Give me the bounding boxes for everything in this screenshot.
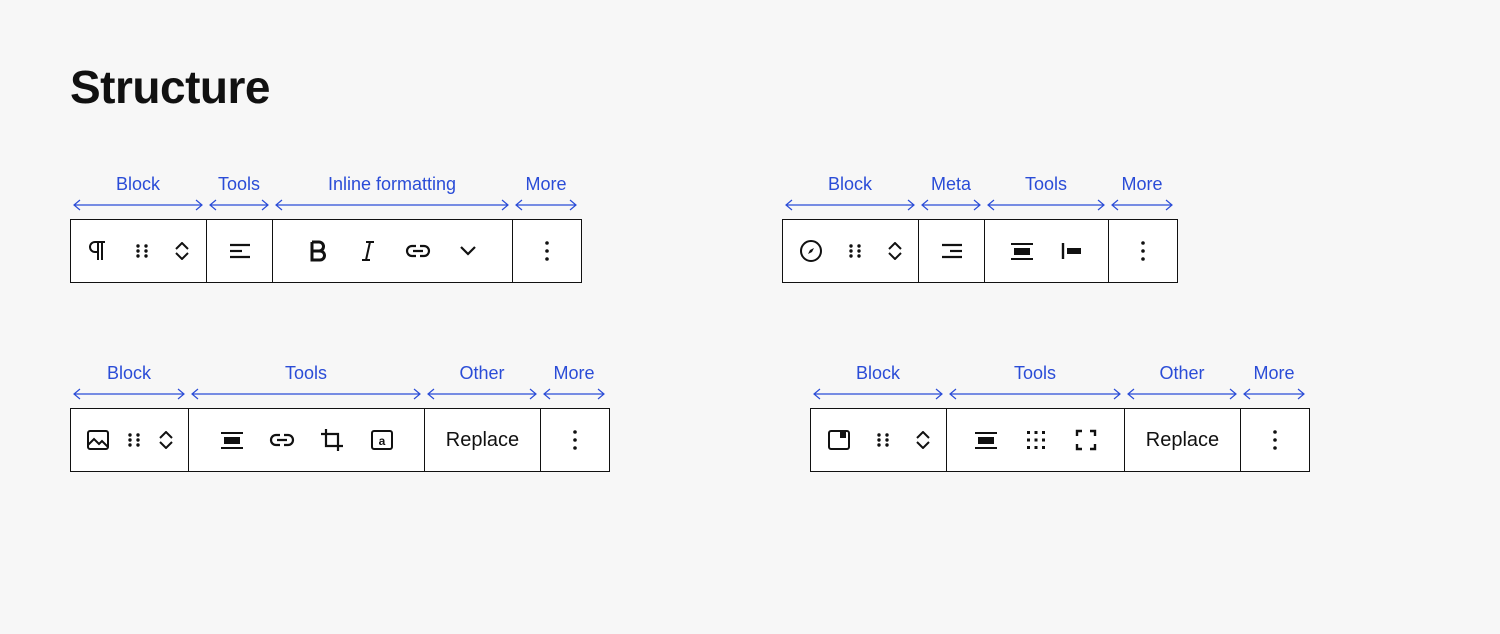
compass-icon[interactable] bbox=[799, 237, 823, 265]
label-meta: Meta bbox=[931, 174, 971, 195]
crop-icon[interactable] bbox=[318, 426, 346, 454]
toolbar-template-part: Replace bbox=[810, 408, 1310, 472]
segment-labels: Block Tools Other More bbox=[810, 363, 1310, 400]
toolbar-image: a Replace bbox=[70, 408, 610, 472]
link-icon[interactable] bbox=[404, 237, 432, 265]
align-wide-icon[interactable] bbox=[218, 426, 246, 454]
move-up-down-icon[interactable] bbox=[158, 426, 174, 454]
segment-labels: Block Tools Inline formatting More bbox=[70, 174, 582, 211]
align-wide-icon[interactable] bbox=[972, 426, 1000, 454]
chevron-down-icon[interactable] bbox=[454, 237, 482, 265]
drag-handle-icon[interactable] bbox=[124, 426, 144, 454]
move-up-down-icon[interactable] bbox=[887, 237, 903, 265]
replace-button[interactable]: Replace bbox=[444, 429, 521, 452]
move-up-down-icon[interactable] bbox=[174, 237, 190, 265]
pilcrow-icon[interactable] bbox=[88, 237, 110, 265]
label-other: Other bbox=[1159, 363, 1204, 384]
example-navigation: Block Meta Tools More bbox=[782, 174, 1178, 283]
replace-button[interactable]: Replace bbox=[1144, 429, 1221, 452]
more-vertical-icon[interactable] bbox=[1129, 237, 1157, 265]
fullscreen-icon[interactable] bbox=[1072, 426, 1100, 454]
drag-handle-icon[interactable] bbox=[132, 237, 152, 265]
align-icon[interactable] bbox=[938, 237, 966, 265]
label-other: Other bbox=[459, 363, 504, 384]
label-more: More bbox=[1121, 174, 1162, 195]
example-paragraph: Block Tools Inline formatting More bbox=[70, 174, 582, 283]
label-block: Block bbox=[107, 363, 151, 384]
more-vertical-icon[interactable] bbox=[561, 426, 589, 454]
text-overlay-icon[interactable]: a bbox=[368, 426, 396, 454]
label-tools: Tools bbox=[1014, 363, 1056, 384]
vertical-align-icon[interactable] bbox=[1058, 237, 1086, 265]
bold-icon[interactable] bbox=[304, 237, 332, 265]
grid-icon[interactable] bbox=[1022, 426, 1050, 454]
label-more: More bbox=[525, 174, 566, 195]
link-icon[interactable] bbox=[268, 426, 296, 454]
example-template-part: Block Tools Other More bbox=[810, 363, 1310, 472]
label-block: Block bbox=[116, 174, 160, 195]
label-more: More bbox=[553, 363, 594, 384]
move-up-down-icon[interactable] bbox=[915, 426, 931, 454]
template-part-icon[interactable] bbox=[827, 426, 851, 454]
segment-labels: Block Meta Tools More bbox=[782, 174, 1178, 211]
segment-labels: Block Tools Other More bbox=[70, 363, 610, 400]
label-block: Block bbox=[828, 174, 872, 195]
page-title: Structure bbox=[70, 60, 1430, 114]
example-image: Block Tools Other More bbox=[70, 363, 610, 472]
toolbar-navigation bbox=[782, 219, 1178, 283]
label-more: More bbox=[1253, 363, 1294, 384]
svg-text:a: a bbox=[378, 434, 385, 448]
align-wide-icon[interactable] bbox=[1008, 237, 1036, 265]
label-tools: Tools bbox=[1025, 174, 1067, 195]
label-tools: Tools bbox=[218, 174, 260, 195]
italic-icon[interactable] bbox=[354, 237, 382, 265]
drag-handle-icon[interactable] bbox=[845, 237, 865, 265]
toolbar-paragraph bbox=[70, 219, 582, 283]
label-tools: Tools bbox=[285, 363, 327, 384]
drag-handle-icon[interactable] bbox=[873, 426, 893, 454]
label-block: Block bbox=[856, 363, 900, 384]
more-vertical-icon[interactable] bbox=[533, 237, 561, 265]
image-icon[interactable] bbox=[86, 426, 110, 454]
more-vertical-icon[interactable] bbox=[1261, 426, 1289, 454]
label-inline-formatting: Inline formatting bbox=[328, 174, 456, 195]
align-icon[interactable] bbox=[226, 237, 254, 265]
